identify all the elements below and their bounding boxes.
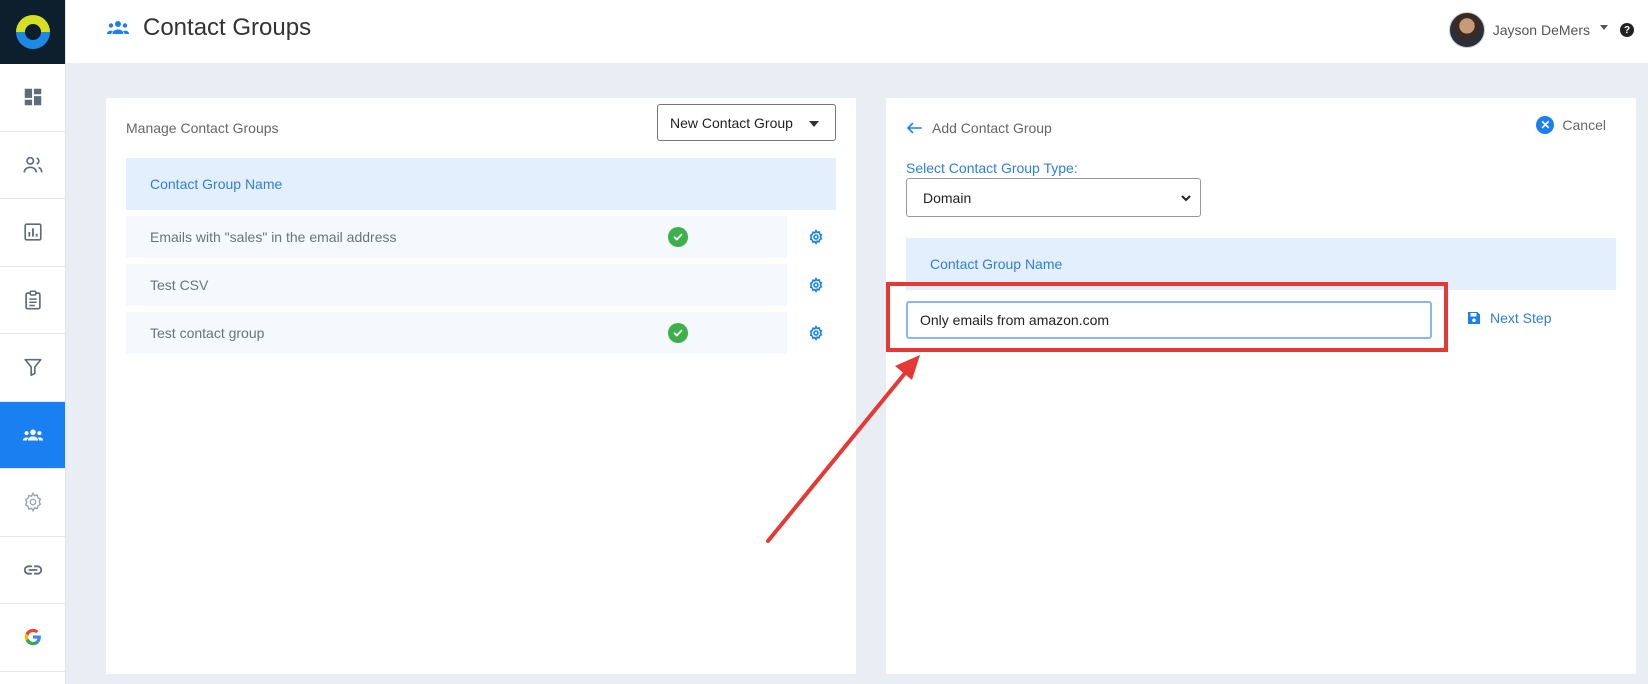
save-icon: [1468, 312, 1480, 324]
row-settings-button[interactable]: [803, 272, 829, 298]
caret-down-icon: [809, 121, 819, 127]
nav-integrations[interactable]: [0, 537, 65, 604]
next-step-button[interactable]: Next Step: [1466, 310, 1551, 326]
app-logo[interactable]: [0, 0, 65, 64]
top-header: Contact Groups Jayson DeMers ?: [66, 0, 1648, 63]
dashboard-icon: [24, 89, 41, 106]
user-menu[interactable]: Jayson DeMers: [1448, 12, 1608, 48]
cancel-label: Cancel: [1562, 117, 1606, 133]
bar-chart-icon: [23, 223, 42, 241]
group-name: Emails with "sales" in the email address: [150, 229, 397, 245]
next-step-label: Next Step: [1490, 310, 1552, 326]
contact-groups-icon: [107, 21, 129, 34]
nav-dashboard[interactable]: [0, 64, 65, 132]
table-row[interactable]: Emails with "sales" in the email address: [126, 216, 787, 258]
close-icon: ✕: [1536, 116, 1555, 134]
table-row[interactable]: Test contact group: [126, 312, 787, 354]
check-circle-icon: [668, 323, 688, 343]
contact-groups-icon: [22, 429, 43, 441]
annotation-highlight-box: [886, 282, 1448, 352]
check-circle-icon: [668, 227, 688, 247]
table-header: Contact Group Name: [126, 158, 836, 210]
filter-icon: [23, 359, 42, 377]
avatar[interactable]: [1448, 12, 1485, 48]
logo-icon: [15, 15, 50, 49]
panel-heading: Manage Contact Groups: [126, 120, 279, 136]
row-settings-button[interactable]: [803, 320, 829, 346]
page-title: Contact Groups: [143, 14, 312, 41]
clipboard-icon: [24, 290, 41, 310]
gear-icon: [24, 492, 41, 513]
new-contact-group-dropdown[interactable]: New Contact Group: [657, 104, 836, 141]
gear-icon: [809, 277, 823, 293]
dropdown-label: New Contact Group: [670, 114, 793, 131]
group-type-label: Select Contact Group Type:: [906, 160, 1078, 176]
help-icon[interactable]: ?: [1620, 23, 1634, 37]
row-settings-button[interactable]: [803, 224, 829, 250]
group-type-select[interactable]: Domain: [906, 178, 1201, 217]
back-label: Add Contact Group: [932, 120, 1052, 136]
nav-google[interactable]: [0, 604, 65, 672]
manage-groups-panel: Manage Contact Groups New Contact Group …: [106, 98, 856, 674]
nav-filters[interactable]: [0, 334, 65, 402]
chevron-down-icon[interactable]: [1600, 24, 1608, 30]
chevron-down-icon: [1181, 195, 1191, 202]
back-link[interactable]: Add Contact Group: [906, 120, 1052, 136]
nav-tasks[interactable]: [0, 267, 65, 334]
page-title-group: Contact Groups: [105, 14, 311, 42]
gear-icon: [809, 229, 823, 245]
group-type-value: Domain: [923, 189, 972, 206]
sidebar: [0, 0, 66, 684]
arrow-left-icon: [906, 122, 922, 134]
table-row[interactable]: Test CSV: [126, 264, 787, 306]
group-name: Test contact group: [150, 325, 265, 341]
nav-settings[interactable]: [0, 469, 65, 537]
nav-contact-groups[interactable]: [0, 401, 65, 469]
contacts-icon: [22, 156, 43, 173]
gear-icon: [809, 325, 823, 341]
nav-contacts[interactable]: [0, 132, 65, 199]
link-icon: [23, 565, 42, 575]
add-group-panel: Add Contact Group ✕ Cancel Select Contac…: [886, 98, 1636, 674]
group-name: Test CSV: [150, 277, 209, 293]
google-icon: [24, 629, 41, 646]
cancel-button[interactable]: ✕ Cancel: [1536, 116, 1606, 134]
user-name[interactable]: Jayson DeMers: [1493, 22, 1590, 38]
nav-reports[interactable]: [0, 199, 65, 267]
